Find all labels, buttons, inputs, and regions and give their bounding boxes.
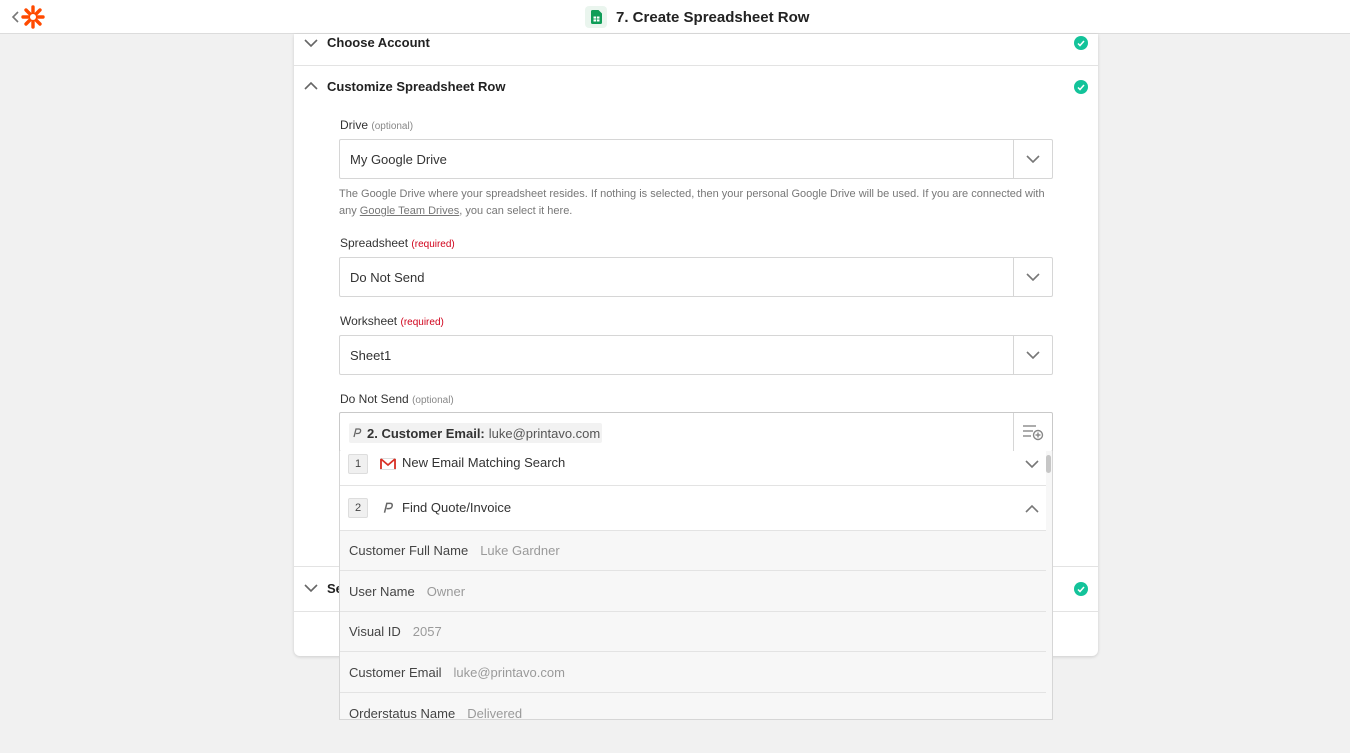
step-row-2[interactable]: 2 Find Quote/Invoice [340, 486, 1046, 531]
pill-label: 2. Customer Email: [367, 425, 485, 441]
option-value: Luke Gardner [480, 543, 560, 558]
divider [294, 65, 1098, 66]
data-option: User Name Owner [349, 584, 465, 599]
check-icon [1074, 582, 1088, 596]
drive-select[interactable]: My Google Drive [339, 139, 1053, 179]
optional-tag: (optional) [371, 121, 414, 132]
printavo-icon [383, 502, 393, 513]
worksheet-label-text: Worksheet [340, 314, 398, 328]
do-not-send-input[interactable]: 2. Customer Email: luke@printavo.com [339, 412, 1053, 452]
spreadsheet-select-value: Do Not Send [350, 270, 425, 285]
check-icon [1074, 80, 1088, 94]
option-value: 2057 [412, 624, 442, 639]
section-customize-row[interactable]: Customize Spreadsheet Row [294, 77, 1098, 95]
insert-data-button[interactable] [1013, 413, 1052, 451]
page-title: 7. Create Spreadsheet Row [616, 8, 810, 26]
data-option: Customer Full Name Luke Gardner [349, 543, 560, 558]
spreadsheet-select[interactable]: Do Not Send [339, 257, 1053, 297]
spreadsheet-dropdown-toggle[interactable] [1013, 258, 1052, 296]
drive-select-value: My Google Drive [350, 152, 447, 167]
data-option-row[interactable]: Visual ID 2057 [340, 612, 1046, 652]
section-title: Customize Spreadsheet Row [327, 79, 506, 94]
google-team-drives-link[interactable]: Google Team Drives [360, 205, 459, 217]
data-option-row[interactable]: Customer Full Name Luke Gardner [340, 531, 1046, 571]
check-icon [1074, 36, 1088, 50]
drive-label: Drive (optional) [340, 118, 413, 132]
option-value: Owner [426, 584, 466, 599]
top-bar: 7. Create Spreadsheet Row [0, 0, 1350, 34]
step-label: New Email Matching Search [402, 455, 566, 470]
required-tag: (required) [411, 239, 455, 250]
chevron-down-icon [1026, 155, 1040, 163]
option-key: Orderstatus Name [349, 706, 456, 720]
data-option-row[interactable]: Customer Email luke@printavo.com [340, 653, 1046, 693]
worksheet-dropdown-toggle[interactable] [1013, 336, 1052, 374]
page-title-group: 7. Create Spreadsheet Row [585, 6, 809, 28]
option-value: Delivered [467, 706, 523, 720]
drive-dropdown-toggle[interactable] [1013, 140, 1052, 178]
data-option: Visual ID 2057 [349, 624, 442, 639]
scrollbar[interactable] [1046, 455, 1051, 473]
help-text: , you can select it here. [459, 205, 573, 217]
option-key: Visual ID [349, 624, 401, 639]
required-tag: (required) [400, 317, 444, 328]
do-not-send-label: Do Not Send (optional) [340, 392, 454, 406]
chevron-down-icon [1026, 273, 1040, 281]
spreadsheet-label: Spreadsheet (required) [340, 236, 455, 250]
chevron-down-icon [304, 584, 318, 593]
option-value: luke@printavo.com [453, 665, 565, 680]
worksheet-label: Worksheet (required) [340, 314, 444, 328]
insert-field-icon [1023, 425, 1044, 441]
google-sheets-icon [585, 6, 607, 28]
data-option: Orderstatus Name Delivered [349, 706, 523, 720]
data-option-row[interactable]: Orderstatus Name Delivered [340, 694, 1046, 720]
option-key: Customer Full Name [349, 543, 469, 558]
spreadsheet-label-text: Spreadsheet [340, 236, 409, 250]
chevron-down-icon [1026, 351, 1040, 359]
step-number: 1 [348, 454, 368, 474]
data-option-row[interactable]: User Name Owner [340, 572, 1046, 612]
worksheet-select-value: Sheet1 [350, 348, 392, 363]
data-picker-dropdown: 1 New Email Matching Search 2 Find Quote… [339, 451, 1053, 720]
mapped-field-pill[interactable]: 2. Customer Email: luke@printavo.com [349, 423, 603, 443]
option-key: Customer Email [349, 665, 442, 680]
chevron-down-icon [304, 39, 318, 48]
data-option: Customer Email luke@printavo.com [349, 665, 565, 680]
pill-value: luke@printavo.com [488, 425, 601, 441]
zapier-logo-icon[interactable] [20, 4, 46, 30]
do-not-send-label-text: Do Not Send [340, 392, 409, 406]
optional-tag: (optional) [412, 395, 454, 406]
chevron-down-icon [1025, 460, 1039, 469]
worksheet-select[interactable]: Sheet1 [339, 335, 1053, 375]
step-label: Find Quote/Invoice [402, 500, 512, 515]
section-title: Choose Account [327, 35, 430, 50]
chevron-up-icon [1025, 504, 1039, 513]
gmail-icon [380, 458, 396, 470]
drive-help-text: The Google Drive where your spreadsheet … [339, 186, 1053, 220]
chevron-up-icon [304, 81, 318, 90]
step-row-1[interactable]: 1 New Email Matching Search [340, 451, 1046, 486]
printavo-icon [353, 428, 362, 438]
drive-label-text: Drive [340, 118, 369, 132]
section-choose-account[interactable]: Choose Account [294, 34, 1098, 52]
step-number: 2 [348, 498, 368, 518]
option-key: User Name [349, 584, 415, 599]
